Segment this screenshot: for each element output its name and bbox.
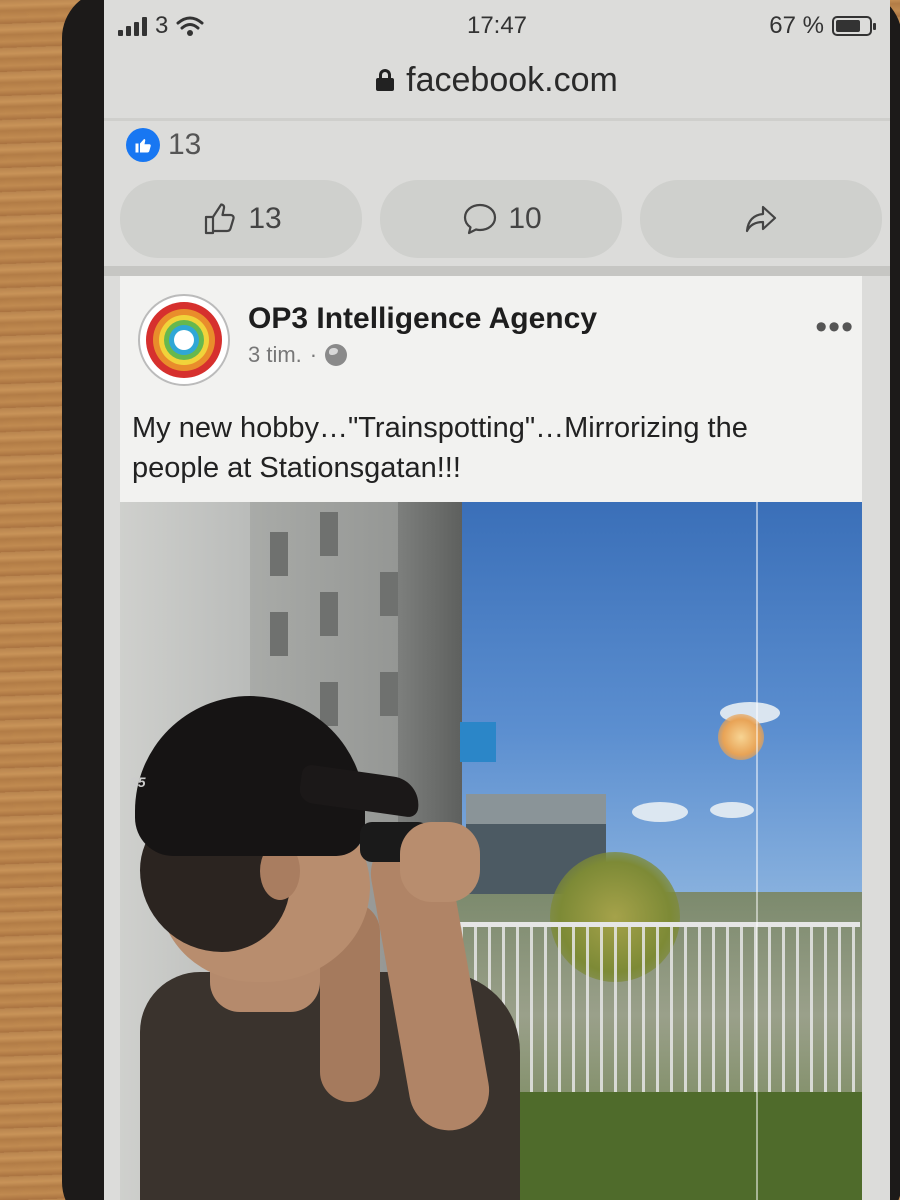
url-text: facebook.com	[406, 60, 618, 99]
status-right: 67 %	[769, 12, 876, 40]
share-button[interactable]	[640, 180, 882, 258]
reaction-summary[interactable]: 13	[126, 128, 201, 162]
globe-icon	[325, 344, 348, 366]
status-bar: 3 17:47 67 %	[104, 0, 890, 50]
reaction-count: 13	[168, 128, 202, 161]
comment-icon	[464, 203, 497, 235]
browser-divider	[104, 118, 890, 121]
photo-cap-tag: 35	[130, 774, 146, 790]
feed-separator	[104, 266, 890, 276]
post-card: OP3 Intelligence Agency 3 tim. · ••• My …	[120, 276, 862, 1200]
meta-separator: ·	[309, 342, 318, 367]
comment-button[interactable]: 10	[380, 180, 622, 258]
post-actions: 13 10	[120, 180, 882, 258]
post-author-name[interactable]: OP3 Intelligence Agency	[248, 302, 597, 336]
post-text: My new hobby…"Trainspotting"…Mirrorizing…	[132, 412, 748, 484]
like-button[interactable]: 13	[120, 180, 362, 258]
like-badge-icon	[126, 128, 160, 162]
post-time[interactable]: 3 tim.	[248, 342, 302, 368]
author-avatar[interactable]	[138, 294, 230, 386]
comment-count: 10	[508, 202, 542, 235]
lock-icon	[376, 69, 395, 91]
battery-percentage: 67 %	[769, 12, 824, 39]
post-meta: 3 tim. ·	[248, 342, 348, 368]
address-bar[interactable]: facebook.com	[104, 48, 890, 112]
like-count: 13	[248, 202, 282, 235]
thumbs-up-icon	[205, 203, 236, 235]
share-icon	[745, 205, 777, 233]
battery-icon	[832, 16, 876, 36]
post-photo[interactable]: 35	[120, 502, 862, 1200]
phone-screen: 3 17:47 67 % facebook.com 13 13 10 OP3 I…	[104, 0, 890, 1200]
more-icon[interactable]: •••	[815, 308, 854, 347]
